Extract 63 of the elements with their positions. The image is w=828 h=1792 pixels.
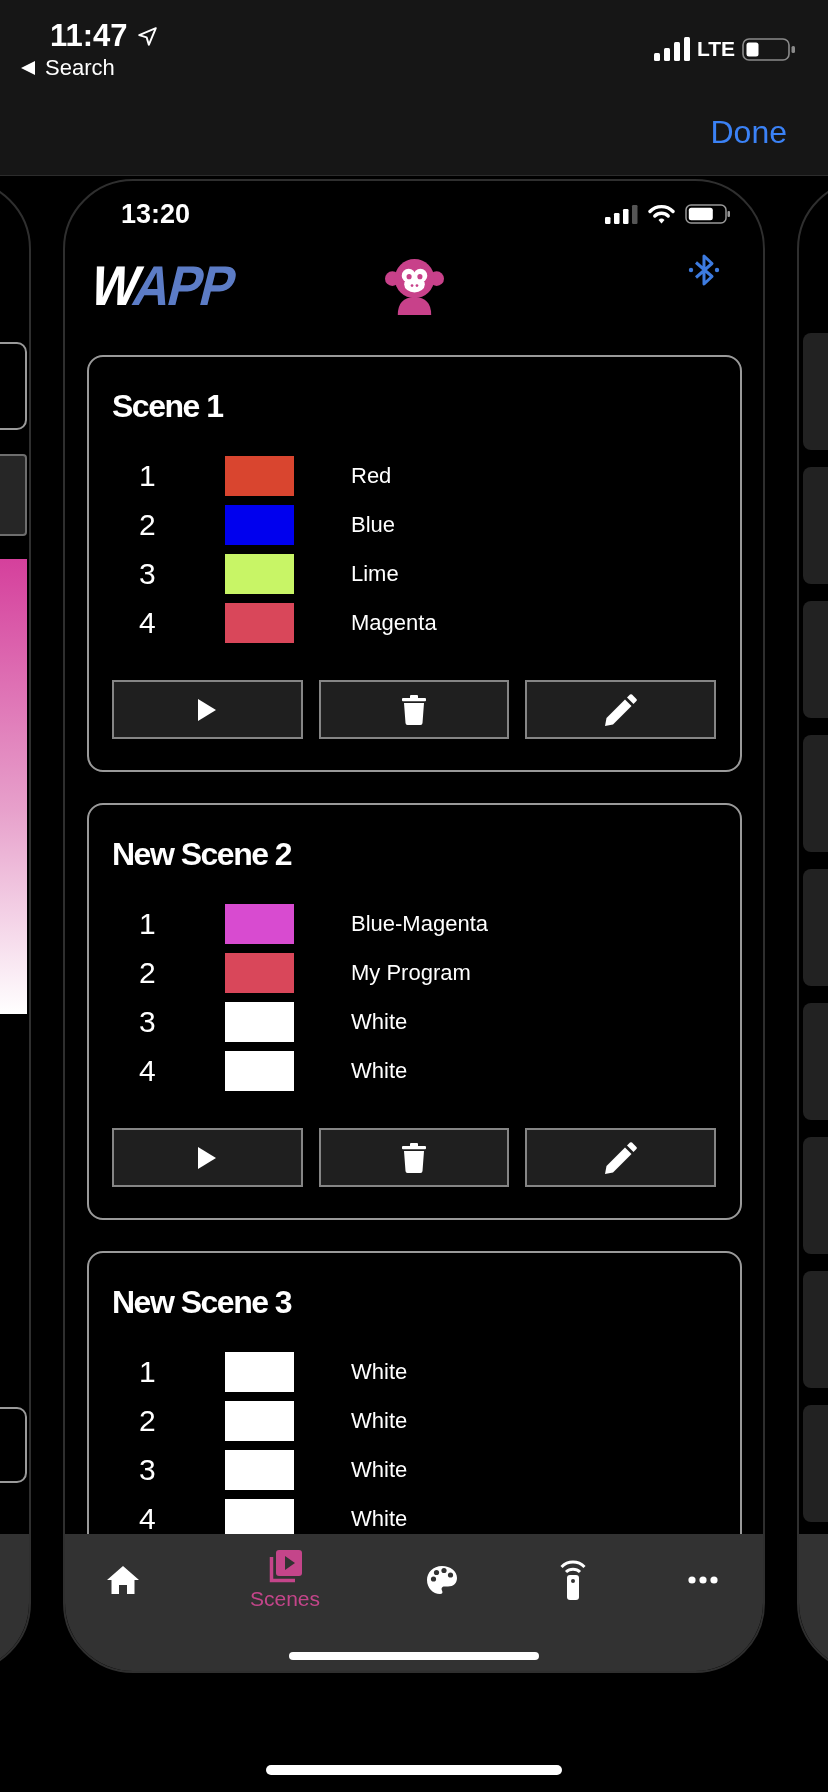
color-name: White (351, 1058, 408, 1084)
monkey-icon (384, 257, 444, 315)
color-name: Blue (351, 512, 396, 538)
more-tab[interactable] (688, 1576, 718, 1584)
edit-button[interactable] (525, 1128, 716, 1187)
color-name: Magenta (351, 610, 437, 636)
stacked-play-icon (268, 1550, 302, 1584)
location-arrow-icon (136, 25, 158, 47)
edit-button[interactable] (525, 680, 716, 739)
signal-icon (605, 204, 638, 224)
color-name: My Program (351, 960, 471, 986)
scene-title: Scene 1 (112, 388, 224, 424)
play-button[interactable] (112, 680, 303, 739)
color-name: Lime (351, 561, 399, 587)
bluetooth-icon[interactable] (688, 252, 720, 288)
color-name: White (351, 1457, 408, 1483)
status-time: 11:47 (50, 18, 128, 54)
play-icon (198, 1146, 217, 1169)
signal-icon (653, 37, 690, 61)
home-icon (106, 1565, 140, 1595)
back-triangle-icon (21, 61, 36, 75)
back-button[interactable]: Search (21, 56, 115, 80)
home-tab[interactable] (106, 1565, 140, 1595)
color-name: White (351, 1009, 408, 1035)
color-name: Blue-Magenta (351, 911, 488, 937)
battery-icon (742, 37, 795, 61)
slot-number: 1 (139, 461, 156, 491)
slot-number: 3 (139, 559, 156, 589)
network-label: LTE (696, 37, 735, 61)
done-button[interactable]: Done (710, 114, 787, 150)
remote-icon (559, 1560, 587, 1600)
palette-icon (426, 1565, 458, 1595)
slot-number: 4 (139, 608, 156, 638)
pencil-icon (604, 693, 637, 726)
scene-title: New Scene 2 (112, 836, 293, 872)
wifi-icon (648, 204, 675, 224)
slot-number: 1 (139, 909, 156, 939)
slot-number: 3 (139, 1455, 156, 1485)
palette-tab[interactable] (426, 1565, 458, 1595)
slot-number: 4 (139, 1056, 156, 1086)
color-name: White (351, 1506, 408, 1532)
delete-button[interactable] (318, 1128, 510, 1187)
play-button[interactable] (112, 1128, 303, 1187)
pencil-icon (604, 1141, 637, 1174)
color-name: Red (351, 463, 392, 489)
slot-number: 2 (139, 958, 156, 988)
scene-title: New Scene 3 (112, 1284, 293, 1320)
slot-number: 2 (139, 1406, 156, 1436)
battery-icon (685, 204, 730, 224)
trash-icon (402, 1142, 426, 1173)
play-icon (198, 698, 217, 721)
slot-number: 2 (139, 510, 156, 540)
color-name: White (351, 1359, 408, 1385)
slot-number: 4 (139, 1504, 156, 1534)
slot-number: 3 (139, 1007, 156, 1037)
device-time: 13:20 (121, 199, 191, 229)
trash-icon (402, 694, 426, 725)
ellipsis-icon (688, 1576, 718, 1584)
delete-button[interactable] (318, 680, 510, 739)
slot-number: 1 (139, 1357, 156, 1387)
scenes-tab[interactable]: Scenes (249, 1550, 320, 1610)
remote-tab[interactable] (559, 1560, 587, 1600)
color-name: White (351, 1408, 408, 1434)
